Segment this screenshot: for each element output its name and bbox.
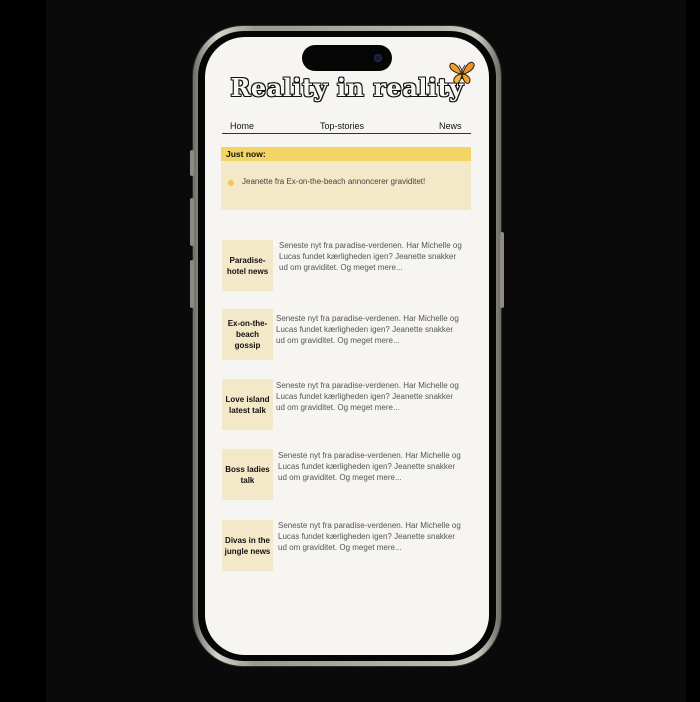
article-excerpt[interactable]: Seneste nyt fra paradise-verdenen. Har M…	[278, 520, 466, 553]
phone-volume-down-button	[190, 260, 194, 308]
article-excerpt[interactable]: Seneste nyt fra paradise-verdenen. Har M…	[278, 450, 466, 483]
breaking-news-heading: Just now:	[221, 147, 471, 161]
bullet-dot-icon	[228, 180, 234, 186]
article-excerpt[interactable]: Seneste nyt fra paradise-verdenen. Har M…	[279, 240, 467, 273]
article-card[interactable]: Paradise-hotel news Seneste nyt fra para…	[221, 240, 473, 294]
top-navigation: Home Top-stories News	[222, 121, 472, 133]
article-category-label[interactable]: Boss ladies talk	[222, 449, 273, 500]
breaking-news-box[interactable]: Just now: Jeanette fra Ex-on-the-beach a…	[221, 147, 471, 210]
phone-power-button	[500, 232, 504, 308]
app-title: Reality in reality	[230, 73, 464, 102]
nav-divider	[222, 133, 471, 134]
article-card[interactable]: Love island latest talk Seneste nyt fra …	[221, 379, 473, 433]
front-camera-icon	[374, 54, 382, 62]
article-card[interactable]: Divas in the jungle news Seneste nyt fra…	[221, 520, 473, 574]
article-excerpt[interactable]: Seneste nyt fra paradise-verdenen. Har M…	[276, 313, 464, 346]
nav-item-home[interactable]: Home	[230, 121, 254, 131]
nav-item-news[interactable]: News	[439, 121, 462, 131]
dynamic-island	[302, 45, 392, 71]
breaking-news-item[interactable]: Jeanette fra Ex-on-the-beach annoncerer …	[242, 177, 425, 186]
phone-action-button	[190, 150, 194, 176]
nav-item-top-stories[interactable]: Top-stories	[320, 121, 364, 131]
article-category-label[interactable]: Love island latest talk	[222, 379, 273, 430]
phone-volume-up-button	[190, 198, 194, 246]
article-excerpt[interactable]: Seneste nyt fra paradise-verdenen. Har M…	[276, 380, 464, 413]
phone-screen: Reality in reality Home Top-stories News…	[205, 37, 489, 655]
article-card[interactable]: Boss ladies talk Seneste nyt fra paradis…	[221, 449, 473, 503]
article-category-label[interactable]: Ex-on-the-beach gossip	[222, 309, 273, 360]
butterfly-icon	[449, 61, 475, 84]
article-category-label[interactable]: Paradise-hotel news	[222, 240, 273, 291]
article-category-label[interactable]: Divas in the jungle news	[222, 520, 273, 571]
article-card[interactable]: Ex-on-the-beach gossip Seneste nyt fra p…	[221, 309, 473, 363]
